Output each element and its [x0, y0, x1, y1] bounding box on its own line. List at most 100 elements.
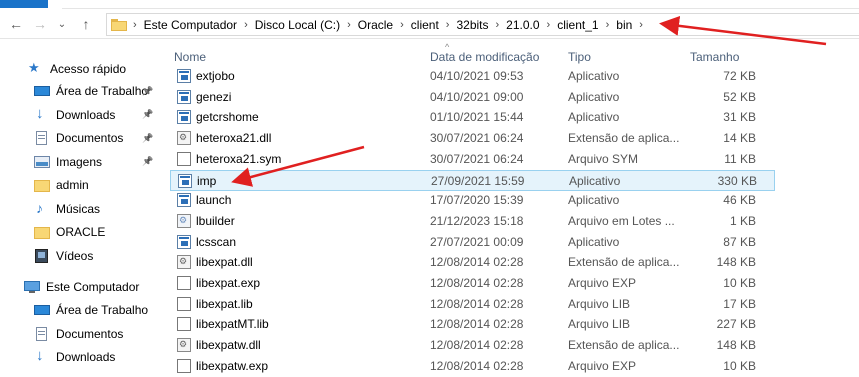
- desktop-icon: [34, 84, 50, 98]
- sidebar-item-imagens[interactable]: Imagens 📌: [0, 151, 160, 173]
- file-type: Arquivo LIB: [568, 317, 631, 332]
- sidebar-item-label: Área de Trabalho: [56, 303, 149, 317]
- sidebar-pc-item-documentos[interactable]: Documentos: [0, 323, 160, 345]
- ribbon-strip: [0, 0, 859, 10]
- file-date: 12/08/2014 02:28: [430, 317, 524, 332]
- file-name: lcsscan: [196, 234, 237, 249]
- file-size: 87 KB: [723, 234, 756, 249]
- chevron-right-icon[interactable]: ›: [639, 19, 643, 31]
- file-tab[interactable]: [0, 0, 48, 8]
- file-type: Arquivo EXP: [568, 276, 637, 290]
- file-row[interactable]: lbuilder 21/12/2023 15:18 Arquivo em Lotes…: [170, 211, 775, 232]
- file-type: Extensão de aplica...: [568, 338, 680, 353]
- file-date: 12/08/2014 02:28: [430, 255, 524, 270]
- forward-arrow-icon[interactable]: →: [30, 14, 50, 34]
- file-date: 21/12/2023 15:18: [430, 213, 524, 228]
- file-row[interactable]: libexpatw.dll 12/08/2014 02:28 Extensão de…: [170, 335, 775, 356]
- file-name: libexpat.exp: [196, 276, 261, 290]
- sidebar-item-label: Documentos: [56, 326, 124, 341]
- file-row[interactable]: libexpat.exp 12/08/2014 02:28 Arquivo EXP 1…: [170, 273, 775, 294]
- breadcrumb-item[interactable]: client: [411, 18, 439, 32]
- music-icon: ♪: [36, 199, 43, 216]
- back-arrow-icon[interactable]: ←: [6, 14, 26, 34]
- file-row[interactable]: getcrshome 01/10/2021 15:44 Aplicativo 31 K…: [170, 107, 775, 128]
- file-date: 30/07/2021 06:24: [430, 131, 524, 146]
- dll-file-icon: [177, 131, 191, 146]
- column-size-header[interactable]: Tamanho: [690, 50, 739, 64]
- file-size: 330 KB: [717, 173, 757, 188]
- path-breadcrumb[interactable]: › Este Computador › Disco Local (C:) › Oracl…: [106, 13, 859, 36]
- file-size: 148 KB: [716, 255, 756, 270]
- file-size: 11 KB: [724, 151, 756, 166]
- breadcrumb-item[interactable]: Oracle: [358, 18, 393, 32]
- file-row[interactable]: heteroxa21.dll 30/07/2021 06:24 Extensão d…: [170, 128, 775, 149]
- pin-icon[interactable]: 📌: [142, 156, 153, 167]
- column-name-header[interactable]: Nome: [174, 50, 206, 64]
- sidebar-item--rea-de-trabalho[interactable]: Área de Trabalho 📌: [0, 80, 160, 102]
- sidebar-item-m-sicas[interactable]: ♪ Músicas: [0, 198, 160, 220]
- file-row[interactable]: libexpat.dll 12/08/2014 02:28 Extensão de …: [170, 252, 775, 273]
- folder-icon: [34, 178, 50, 192]
- sidebar-item-label: Downloads: [56, 107, 116, 122]
- sidebar-item-downloads[interactable]: ↓ Downloads 📌: [0, 104, 160, 126]
- sidebar-item-v-deos[interactable]: Vídeos: [0, 245, 160, 267]
- file-row[interactable]: heteroxa21.sym 30/07/2021 06:24 Arquivo SY…: [170, 149, 775, 170]
- breadcrumb-item[interactable]: Disco Local (C:): [255, 18, 340, 32]
- breadcrumb-item[interactable]: bin: [616, 18, 632, 32]
- pin-icon[interactable]: 📌: [142, 109, 153, 120]
- chevron-right-icon[interactable]: ›: [400, 19, 404, 31]
- file-size: 46 KB: [723, 193, 756, 208]
- file-name: lbuilder: [196, 213, 235, 228]
- pin-icon[interactable]: 📌: [142, 133, 153, 144]
- breadcrumb-item[interactable]: 21.0.0: [506, 18, 539, 32]
- file-size: 31 KB: [723, 110, 756, 125]
- file-row[interactable]: genezi 04/10/2021 09:00 Aplicativo 52 KB: [170, 87, 775, 108]
- sidebar-item-label: Vídeos: [56, 248, 94, 263]
- generic-file-icon: [177, 276, 191, 290]
- navigation-pane: ★ Acesso rápido Área de Trabalho 📌 ↓ Download…: [0, 48, 160, 377]
- file-date: 30/07/2021 06:24: [430, 151, 524, 166]
- sidebar-pc-item--rea-de-trabalho[interactable]: Área de Trabalho: [0, 299, 160, 321]
- chevron-right-icon[interactable]: ›: [347, 19, 351, 31]
- documents-icon: [34, 131, 50, 145]
- file-row[interactable]: lcsscan 27/07/2021 00:09 Aplicativo 87 KB: [170, 232, 775, 253]
- sidebar-item-admin[interactable]: admin: [0, 174, 160, 196]
- file-row[interactable]: libexpatMT.lib 12/08/2014 02:28 Arquivo LI…: [170, 314, 775, 335]
- file-name: launch: [196, 193, 232, 208]
- chevron-right-icon[interactable]: ›: [133, 19, 137, 31]
- up-arrow-icon[interactable]: ↑: [76, 14, 96, 34]
- sidebar-pc-item-downloads[interactable]: ↓ Downloads: [0, 346, 160, 368]
- file-name: heteroxa21.sym: [196, 151, 282, 166]
- chevron-right-icon[interactable]: ›: [496, 19, 500, 31]
- file-name: libexpat.dll: [196, 255, 253, 270]
- file-name: getcrshome: [196, 110, 259, 125]
- chevron-right-icon[interactable]: ›: [244, 19, 248, 31]
- file-row[interactable]: libexpatw.exp 12/08/2014 02:28 Arquivo EXP…: [170, 356, 775, 377]
- file-row[interactable]: libexpat.lib 12/08/2014 02:28 Arquivo LIB 1…: [170, 294, 775, 315]
- sidebar-item-documentos[interactable]: Documentos 📌: [0, 127, 160, 149]
- pin-icon[interactable]: 📌: [142, 86, 153, 97]
- breadcrumb-item[interactable]: Este Computador: [144, 18, 237, 32]
- breadcrumb-item[interactable]: client_1: [557, 18, 598, 32]
- file-type: Aplicativo: [568, 110, 620, 125]
- computer-icon: [24, 280, 40, 294]
- pictures-icon: [34, 155, 50, 169]
- sidebar-item-oracle[interactable]: ORACLE: [0, 221, 160, 243]
- sidebar-quick-access[interactable]: ★ Acesso rápido: [0, 58, 160, 80]
- chevron-right-icon[interactable]: ›: [606, 19, 610, 31]
- chevron-right-icon[interactable]: ›: [446, 19, 450, 31]
- file-date: 12/08/2014 02:28: [430, 358, 524, 373]
- file-name: genezi: [196, 89, 232, 104]
- breadcrumb-item[interactable]: 32bits: [456, 18, 488, 32]
- file-name: libexpatw.dll: [196, 338, 261, 353]
- generic-file-icon: [177, 151, 191, 166]
- column-date-header[interactable]: Data de modificação: [430, 50, 539, 64]
- file-row[interactable]: imp 27/09/2021 15:59 Aplicativo 330 KB: [170, 169, 775, 191]
- sidebar-this-pc[interactable]: Este Computador: [0, 276, 160, 298]
- file-row[interactable]: launch 17/07/2020 15:39 Aplicativo 46 KB: [170, 190, 775, 211]
- recent-locations-icon[interactable]: ⌄: [52, 14, 72, 34]
- chevron-right-icon[interactable]: ›: [547, 19, 551, 31]
- file-type: Aplicativo: [568, 89, 620, 104]
- column-type-header[interactable]: Tipo: [568, 50, 591, 64]
- file-row[interactable]: extjobo 04/10/2021 09:53 Aplicativo 72 KB: [170, 66, 775, 87]
